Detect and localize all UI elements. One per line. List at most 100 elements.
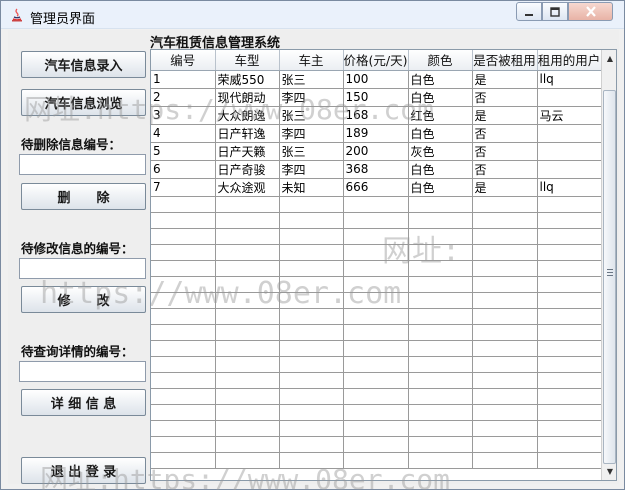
empty-table-row[interactable] <box>151 420 602 437</box>
empty-table-row[interactable] <box>151 212 602 229</box>
table-cell[interactable] <box>408 340 473 357</box>
table-cell[interactable] <box>472 452 538 469</box>
table-cell[interactable] <box>151 452 216 469</box>
table-cell[interactable] <box>151 340 216 357</box>
table-cell[interactable]: 白色 <box>408 160 473 179</box>
table-cell[interactable]: 日产轩逸 <box>215 124 280 143</box>
empty-table-row[interactable] <box>151 308 602 325</box>
empty-table-row[interactable] <box>151 404 602 421</box>
table-cell[interactable] <box>343 276 409 293</box>
table-cell[interactable] <box>408 372 473 389</box>
table-cell[interactable] <box>343 404 409 421</box>
empty-table-row[interactable] <box>151 340 602 357</box>
table-cell[interactable] <box>279 292 344 309</box>
column-header[interactable]: 租用的用户 <box>537 50 602 71</box>
table-cell[interactable]: 白色 <box>408 88 473 107</box>
table-cell[interactable] <box>537 196 602 213</box>
table-cell[interactable]: 未知 <box>279 178 344 197</box>
table-cell[interactable] <box>151 212 216 229</box>
table-cell[interactable]: 日产奇骏 <box>215 160 280 179</box>
car-table-scrollpane[interactable]: 编号 车型 车主 价格(元/天) 颜色 是否被租用 租用的用户 1 荣威550 张三 100 白色是… <box>150 49 617 481</box>
empty-table-row[interactable] <box>151 292 602 309</box>
table-cell[interactable]: 否 <box>472 142 538 161</box>
table-cell[interactable] <box>408 276 473 293</box>
table-cell[interactable]: 现代朗动 <box>215 88 280 107</box>
table-cell[interactable]: 200 <box>343 142 409 161</box>
table-cell[interactable] <box>537 340 602 357</box>
table-cell[interactable] <box>537 356 602 373</box>
table-cell[interactable] <box>343 452 409 469</box>
table-cell[interactable] <box>537 324 602 341</box>
table-cell[interactable] <box>279 436 344 453</box>
table-cell[interactable] <box>537 292 602 309</box>
table-cell[interactable]: 白色 <box>408 70 473 89</box>
column-header[interactable]: 编号 <box>151 50 216 71</box>
table-cell[interactable] <box>472 324 538 341</box>
table-cell[interactable] <box>537 88 602 107</box>
table-cell[interactable]: 3 <box>151 106 216 125</box>
table-row[interactable]: 2 现代朗动 李四 150 白色否 <box>151 88 602 107</box>
empty-table-row[interactable] <box>151 356 602 373</box>
table-cell[interactable] <box>408 260 473 277</box>
table-cell[interactable] <box>472 260 538 277</box>
table-cell[interactable] <box>151 372 216 389</box>
table-cell[interactable]: 7 <box>151 178 216 197</box>
table-cell[interactable]: 100 <box>343 70 409 89</box>
table-cell[interactable] <box>472 228 538 245</box>
query-id-input[interactable] <box>19 361 146 382</box>
table-cell[interactable]: 是 <box>472 106 538 125</box>
table-cell[interactable]: 2 <box>151 88 216 107</box>
empty-table-row[interactable] <box>151 244 602 261</box>
table-cell[interactable] <box>472 212 538 229</box>
table-cell[interactable] <box>408 420 473 437</box>
modify-button[interactable]: 修 改 <box>21 286 146 313</box>
column-header[interactable]: 价格(元/天) <box>343 50 409 71</box>
empty-table-row[interactable] <box>151 196 602 213</box>
table-cell[interactable]: 189 <box>343 124 409 143</box>
minimize-button[interactable] <box>516 2 542 21</box>
empty-table-row[interactable] <box>151 452 602 469</box>
table-cell[interactable]: 荣威550 <box>215 70 280 89</box>
table-cell[interactable] <box>215 436 280 453</box>
table-row[interactable]: 1 荣威550 张三 100 白色是 llq <box>151 70 602 89</box>
table-cell[interactable]: 150 <box>343 88 409 107</box>
empty-table-row[interactable] <box>151 372 602 389</box>
table-cell[interactable]: 6 <box>151 160 216 179</box>
table-cell[interactable] <box>343 420 409 437</box>
table-cell[interactable]: 1 <box>151 70 216 89</box>
table-cell[interactable] <box>408 244 473 261</box>
empty-table-row[interactable] <box>151 276 602 293</box>
table-row[interactable]: 7 大众途观 未知 666 白色是 llq <box>151 178 602 197</box>
table-cell[interactable] <box>343 308 409 325</box>
table-cell[interactable]: llq <box>537 70 602 89</box>
table-cell[interactable] <box>408 228 473 245</box>
scroll-up-icon[interactable]: ▲ <box>602 50 616 67</box>
table-cell[interactable] <box>279 340 344 357</box>
table-cell[interactable] <box>343 356 409 373</box>
table-cell[interactable] <box>537 388 602 405</box>
table-cell[interactable]: 4 <box>151 124 216 143</box>
table-cell[interactable] <box>279 196 344 213</box>
table-cell[interactable] <box>537 308 602 325</box>
table-row[interactable]: 3 大众朗逸 张三 168 红色是马云 <box>151 106 602 125</box>
table-cell[interactable] <box>472 308 538 325</box>
table-cell[interactable] <box>537 372 602 389</box>
column-header[interactable]: 颜色 <box>408 50 473 71</box>
table-cell[interactable] <box>408 292 473 309</box>
table-cell[interactable] <box>537 420 602 437</box>
table-cell[interactable] <box>343 324 409 341</box>
table-cell[interactable] <box>408 404 473 421</box>
table-cell[interactable] <box>537 404 602 421</box>
table-cell[interactable] <box>215 372 280 389</box>
table-cell[interactable] <box>215 404 280 421</box>
table-cell[interactable] <box>279 260 344 277</box>
table-cell[interactable] <box>408 436 473 453</box>
table-cell[interactable] <box>215 308 280 325</box>
table-cell[interactable]: 李四 <box>279 160 344 179</box>
table-cell[interactable] <box>537 244 602 261</box>
detail-info-button[interactable]: 详 细 信 息 <box>21 389 146 416</box>
car-info-entry-button[interactable]: 汽车信息录入 <box>21 51 146 78</box>
delete-button[interactable]: 删 除 <box>21 183 146 210</box>
empty-table-row[interactable] <box>151 228 602 245</box>
table-cell[interactable] <box>151 228 216 245</box>
